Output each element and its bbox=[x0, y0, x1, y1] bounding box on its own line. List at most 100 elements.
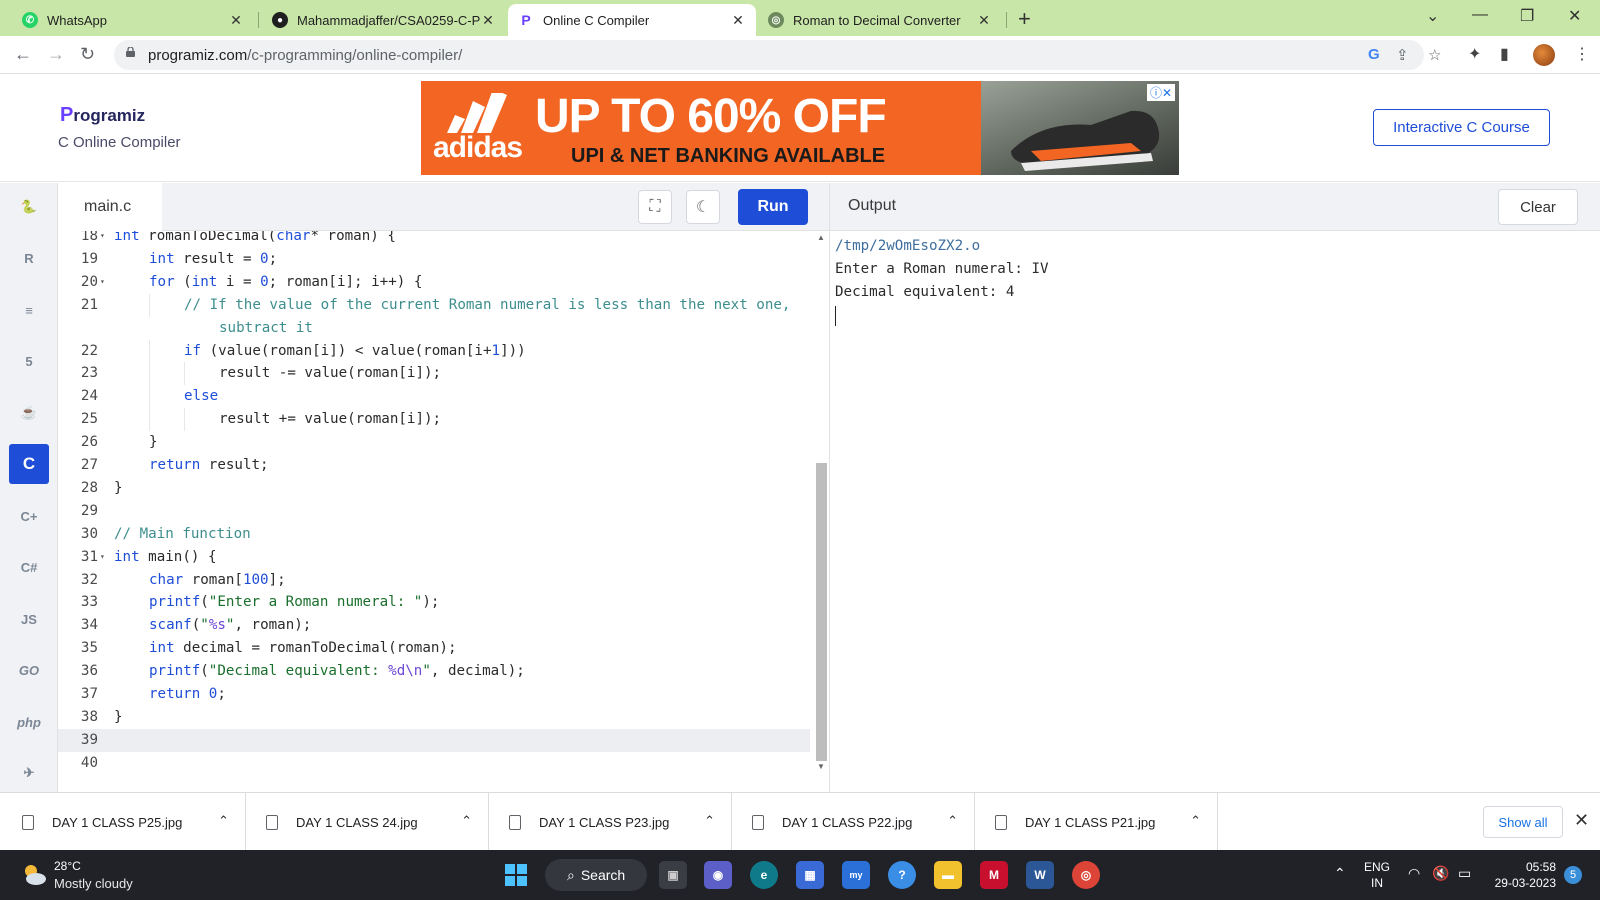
code-line[interactable]: 21 // If the value of the current Roman n… bbox=[58, 293, 810, 317]
restore-icon[interactable]: ❐ bbox=[1520, 6, 1534, 26]
tab-search-chevron-icon[interactable]: ⌄ bbox=[1426, 6, 1439, 26]
volume-muted-icon[interactable]: 🔇 bbox=[1432, 865, 1449, 882]
code-line[interactable]: 23 result -= value(roman[i]); bbox=[58, 362, 810, 386]
code-line[interactable]: 24 else bbox=[58, 385, 810, 409]
code-line[interactable]: 22 if (value(roman[i]) < value(roman[i+1]… bbox=[58, 339, 810, 363]
extensions-icon[interactable]: ✦ bbox=[1468, 44, 1481, 64]
store-icon[interactable]: ▦ bbox=[796, 861, 824, 889]
tab-online-c-compiler[interactable]: P Online C Compiler ✕ bbox=[508, 4, 756, 36]
chevron-up-icon[interactable]: ⌃ bbox=[947, 813, 958, 829]
html5-icon[interactable]: 5 bbox=[9, 341, 49, 381]
myjio-icon[interactable]: my bbox=[842, 861, 870, 889]
close-icon[interactable]: ✕ bbox=[480, 12, 496, 29]
profile-avatar[interactable] bbox=[1533, 44, 1555, 66]
close-icon[interactable]: ✕ bbox=[730, 12, 746, 29]
bookmark-star-icon[interactable]: ☆ bbox=[1428, 46, 1441, 64]
menu-kebab-icon[interactable]: ⋮ bbox=[1574, 44, 1590, 64]
fullscreen-icon[interactable]: ⛶ bbox=[638, 190, 672, 224]
dark-mode-moon-icon[interactable]: ☾ bbox=[686, 190, 720, 224]
code-line[interactable]: 36 printf("Decimal equivalent: %d\n", dec… bbox=[58, 660, 810, 683]
js-icon[interactable]: JS bbox=[9, 599, 49, 639]
code-line[interactable]: 19 int result = 0; bbox=[58, 248, 810, 271]
teams-chat-icon[interactable]: ◉ bbox=[704, 861, 732, 889]
taskbar-search[interactable]: ⌕ Search bbox=[545, 859, 647, 891]
new-tab-icon[interactable]: + bbox=[1018, 6, 1031, 32]
window-close-icon[interactable]: ✕ bbox=[1568, 6, 1581, 26]
minimize-icon[interactable]: — bbox=[1472, 6, 1488, 24]
back-icon[interactable]: ← bbox=[14, 44, 32, 65]
go-icon[interactable]: GO bbox=[9, 650, 49, 690]
r-icon[interactable]: R bbox=[9, 238, 49, 278]
download-item[interactable]: DAY 1 CLASS P22.jpg ⌃ bbox=[732, 793, 975, 851]
java-icon[interactable]: ☕ bbox=[9, 393, 49, 433]
close-icon[interactable]: ✕ bbox=[228, 12, 244, 29]
tab-github[interactable]: ● Mahammadjaffer/CSA0259-C-PR ✕ bbox=[262, 4, 506, 36]
csharp-icon[interactable]: C# bbox=[9, 547, 49, 587]
fold-toggle-icon[interactable]: ▾ bbox=[100, 546, 105, 569]
wifi-icon[interactable]: ◠ bbox=[1408, 865, 1420, 882]
code-line[interactable]: 37 return 0; bbox=[58, 683, 810, 706]
cpp-icon[interactable]: C+ bbox=[9, 496, 49, 536]
code-line[interactable]: 30 // Main function bbox=[58, 523, 810, 546]
chrome-icon[interactable]: ◎ bbox=[1072, 861, 1100, 889]
programiz-logo[interactable]: Programiz bbox=[60, 104, 145, 127]
scroll-down-icon[interactable]: ▼ bbox=[817, 762, 825, 771]
run-button[interactable]: Run bbox=[738, 189, 808, 225]
input-language[interactable]: ENG IN bbox=[1364, 859, 1390, 891]
download-item[interactable]: DAY 1 CLASS 24.jpg ⌃ bbox=[246, 793, 489, 851]
fold-toggle-icon[interactable]: ▾ bbox=[100, 231, 105, 248]
windows-start-icon[interactable] bbox=[502, 861, 530, 889]
mcafee-icon[interactable]: M bbox=[980, 861, 1008, 889]
download-item[interactable]: DAY 1 CLASS P23.jpg ⌃ bbox=[489, 793, 732, 851]
task-view-icon[interactable]: ▣ bbox=[659, 861, 687, 889]
chevron-up-icon[interactable]: ⌃ bbox=[1190, 813, 1201, 829]
tab-roman-converter[interactable]: ◎ Roman to Decimal Converter ✕ bbox=[758, 4, 1002, 36]
close-icon[interactable]: ✕ bbox=[1574, 810, 1589, 831]
code-line[interactable]: 29 bbox=[58, 500, 810, 523]
code-line[interactable]: 32 char roman[100]; bbox=[58, 569, 810, 592]
code-line[interactable]: 27 return result; bbox=[58, 454, 810, 477]
php-icon[interactable]: php bbox=[9, 702, 49, 742]
share-icon[interactable]: ⇪ bbox=[1396, 46, 1409, 64]
close-icon[interactable]: ✕ bbox=[976, 12, 992, 29]
word-icon[interactable]: W bbox=[1026, 861, 1054, 889]
code-line[interactable]: 40 bbox=[58, 752, 810, 775]
side-panel-icon[interactable]: ▮ bbox=[1500, 44, 1509, 64]
edge-icon[interactable]: e bbox=[750, 861, 778, 889]
code-line[interactable]: 26} bbox=[58, 431, 810, 454]
sql-icon[interactable]: ≡ bbox=[9, 290, 49, 330]
code-line[interactable]: 38} bbox=[58, 706, 810, 729]
help-icon[interactable]: ? bbox=[888, 861, 916, 889]
system-clock[interactable]: 05:58 29-03-2023 bbox=[1486, 859, 1556, 891]
code-line[interactable]: 18 ▾ int romanToDecimal(char* roman) { bbox=[58, 231, 810, 248]
notification-badge[interactable]: 5 bbox=[1564, 866, 1582, 884]
show-all-button[interactable]: Show all bbox=[1483, 806, 1563, 838]
tab-whatsapp[interactable]: ✆ WhatsApp ✕ bbox=[12, 4, 254, 36]
editor-scrollbar[interactable]: ▲ ▼ bbox=[814, 231, 828, 771]
file-explorer-icon[interactable]: ▬ bbox=[934, 861, 962, 889]
code-editor[interactable]: 18 ▾ int romanToDecimal(char* roman) {19 in… bbox=[58, 231, 829, 792]
battery-icon[interactable]: ▭ bbox=[1458, 865, 1471, 882]
chevron-up-icon[interactable]: ⌃ bbox=[1334, 865, 1346, 882]
swift-icon[interactable]: ✈ bbox=[9, 753, 49, 793]
code-line[interactable]: 20 ▾ for (int i = 0; roman[i]; i++) { bbox=[58, 271, 810, 294]
python-icon[interactable]: 🐍 bbox=[9, 187, 49, 227]
download-item[interactable]: DAY 1 CLASS P25.jpg ⌃ bbox=[0, 793, 246, 851]
file-tab-main-c[interactable]: main.c bbox=[58, 183, 162, 231]
code-line[interactable]: 39 bbox=[58, 728, 810, 752]
chevron-up-icon[interactable]: ⌃ bbox=[461, 813, 472, 829]
code-line[interactable]: 25 result += value(roman[i]); bbox=[58, 408, 810, 432]
code-line[interactable]: 34 scanf("%s", roman); bbox=[58, 614, 810, 637]
ad-choices-icon[interactable]: ⓘ✕ bbox=[1146, 84, 1175, 101]
code-line[interactable]: 31 ▾ int main() { bbox=[58, 546, 810, 569]
chevron-up-icon[interactable]: ⌃ bbox=[704, 813, 715, 829]
forward-icon[interactable]: → bbox=[47, 44, 65, 65]
code-line[interactable]: 28} bbox=[58, 477, 810, 500]
scroll-thumb[interactable] bbox=[816, 463, 827, 761]
reload-icon[interactable]: ↻ bbox=[80, 44, 95, 65]
interactive-course-button[interactable]: Interactive C Course bbox=[1373, 109, 1550, 146]
clear-button[interactable]: Clear bbox=[1498, 189, 1578, 225]
c-icon[interactable]: C bbox=[9, 444, 49, 484]
google-lens-icon[interactable]: G bbox=[1368, 46, 1380, 63]
download-item[interactable]: DAY 1 CLASS P21.jpg ⌃ bbox=[975, 793, 1218, 851]
